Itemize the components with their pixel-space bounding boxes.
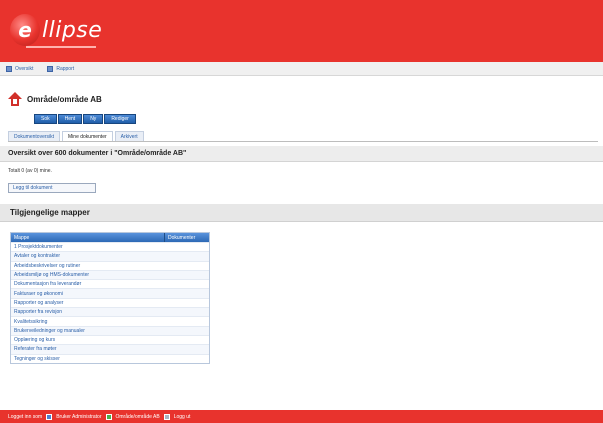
app-header: e llipse — [0, 0, 603, 62]
home-icon — [8, 92, 22, 106]
table-row[interactable]: Arbeidsbeskrivelser og rutiner — [11, 260, 209, 270]
search-button[interactable]: Sok — [34, 114, 57, 124]
action-button-row: Sok Hent Ny Rediger — [34, 114, 136, 124]
tab-document-overview[interactable]: Dokumentoversikt — [8, 131, 61, 141]
footer-login-label: Logget inn som — [8, 413, 43, 420]
toolbar-item-overview[interactable]: Oversikt — [6, 65, 34, 72]
page-titlebar: Område/område AB — [8, 92, 102, 106]
column-header-documents[interactable]: Dokumenter — [165, 233, 209, 242]
logo-ball-icon: e — [10, 14, 40, 46]
table-row[interactable]: Arbeidsmiljø og HMS-dokumenter — [11, 269, 209, 280]
toolbar-item-label: Oversikt — [15, 65, 34, 72]
overview-icon — [6, 65, 12, 72]
table-row[interactable]: Referater fra møter — [11, 344, 209, 354]
new-button[interactable]: Ny — [83, 114, 104, 124]
logo-text: llipse — [42, 17, 103, 43]
table-row[interactable]: Tegninger og skisser — [11, 353, 209, 363]
logo-underline — [26, 46, 96, 48]
add-document-button[interactable]: Legg til dokument — [8, 183, 96, 193]
toolbar-item-label: Rapport — [56, 65, 75, 72]
app-footer: Logget inn som Bruker Administrator Områ… — [0, 410, 603, 423]
table-body: 1 Prosjektdokumenter Avtaler og kontrakte… — [11, 242, 209, 363]
documents-count-text: Totalt 0 (av 0) mine. — [8, 168, 52, 174]
footer-user-link[interactable]: Bruker Administrator — [56, 414, 101, 420]
user-toolbar: Oversikt Rapport — [0, 62, 603, 76]
table-row[interactable]: Avtaler og kontrakter — [11, 251, 209, 261]
toolbar-item-report[interactable]: Rapport — [47, 65, 75, 72]
edit-button[interactable]: Rediger — [104, 114, 136, 124]
table-row[interactable]: Opplæring og kurs — [11, 334, 209, 344]
table-row[interactable]: Brukerveiledninger og manualer — [11, 325, 209, 335]
tab-bar: Dokumentoversikt Mine dokumenter Arkiver… — [8, 130, 598, 142]
folders-heading: Tilgjengelige mapper — [0, 204, 603, 222]
report-icon — [47, 65, 54, 72]
table-row[interactable]: Rapporter fra revisjon — [11, 307, 209, 317]
tab-my-documents[interactable]: Mine dokumenter — [62, 131, 113, 141]
table-row[interactable]: Fakturaer og økonomi — [11, 288, 209, 298]
page-title: Område/område AB — [27, 94, 102, 104]
table-row[interactable]: Kvalitetssikring — [11, 316, 209, 325]
table-row[interactable]: 1 Prosjektdokumenter — [11, 242, 209, 251]
table-header: Mappe Dokumenter — [11, 233, 209, 242]
logo-letter: e — [18, 18, 32, 42]
logout-icon — [163, 413, 170, 420]
documents-heading: Oversikt over 600 dokumenter i "Område/o… — [0, 146, 603, 162]
footer-company-link[interactable]: Område/område AB — [116, 414, 160, 420]
tab-archived[interactable]: Arkivert — [114, 131, 144, 141]
footer-logout-link[interactable]: Logg ut — [174, 414, 191, 420]
user-icon — [46, 413, 53, 420]
fetch-button[interactable]: Hent — [57, 114, 83, 124]
folders-table: Mappe Dokumenter 1 Prosjektdokumenter Avt… — [10, 232, 210, 364]
table-row[interactable]: Rapporter og analyser — [11, 297, 209, 307]
table-row[interactable]: Dokumentasjon fra leverandør — [11, 279, 209, 288]
company-icon — [105, 413, 112, 420]
column-header-folder[interactable]: Mappe — [11, 233, 165, 242]
ellipse-logo[interactable]: e llipse — [10, 10, 102, 50]
